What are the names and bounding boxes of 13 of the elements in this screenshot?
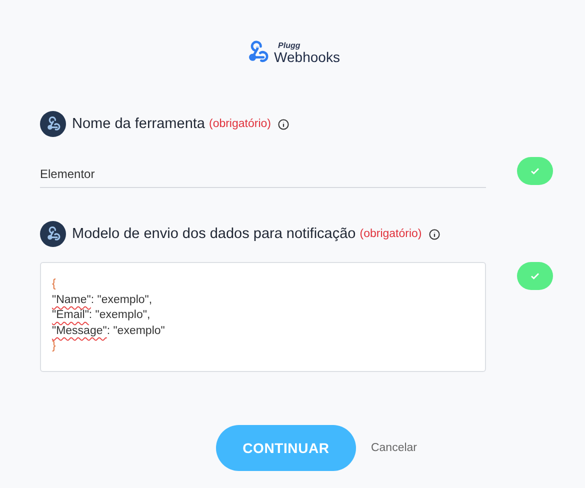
info-icon[interactable] — [428, 228, 440, 240]
info-icon[interactable] — [278, 118, 289, 130]
webhook-icon — [40, 221, 66, 247]
required-note: (obrigatório) — [208, 118, 271, 130]
webhook-icon — [40, 111, 66, 137]
brand-name: Plugg — [278, 42, 302, 50]
payload-template-field[interactable]: { "Name": "exemplo", "Email": "exemplo", "Message": "exemplo" } — [40, 262, 486, 372]
field-label: Modelo de envio dos dados para notificação — [72, 226, 356, 242]
cancel-link[interactable]: Cancelar — [370, 442, 418, 454]
product-name: Webhooks — [274, 50, 340, 64]
field-label: Nome da ferramenta — [72, 116, 205, 132]
tool-name-field[interactable]: Elementor — [40, 167, 486, 188]
required-note: (obrigatório) — [360, 228, 422, 240]
